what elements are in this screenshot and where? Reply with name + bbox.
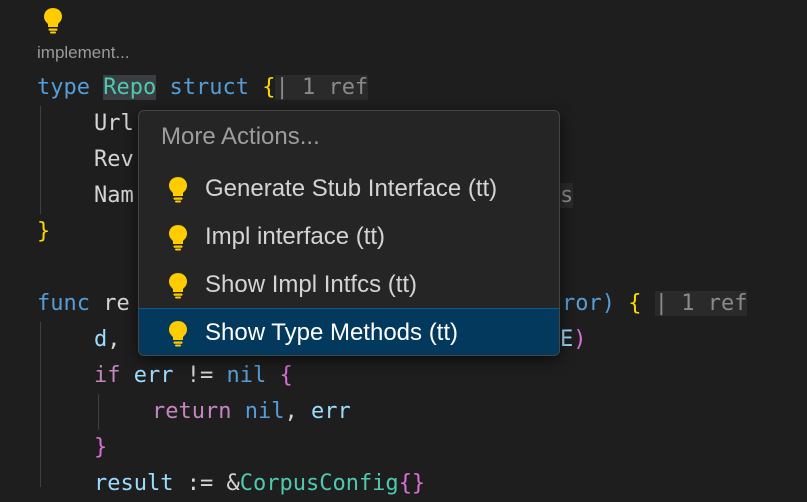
operator: := (186, 471, 214, 496)
menu-item-label: Impl interface (tt) (205, 223, 386, 250)
indent-guide (40, 106, 41, 214)
type-name: Repo (103, 75, 157, 100)
field-name: Rev (94, 147, 134, 172)
keyword: return (152, 399, 232, 424)
code-line: Url (94, 106, 134, 142)
brace: } (37, 219, 51, 244)
lightbulb-icon[interactable] (42, 6, 64, 34)
nil-literal: nil (226, 363, 267, 388)
paren: ) (573, 327, 587, 352)
indent-guide (40, 322, 41, 487)
menu-item-label: Show Type Methods (tt) (205, 319, 459, 346)
brace: { (262, 75, 276, 100)
references-hint[interactable]: 1 ref (681, 291, 747, 316)
menu-item-label: Show Impl Intfcs (tt) (205, 271, 418, 298)
code-line: } (37, 214, 50, 250)
keyword: struct (169, 75, 249, 100)
brace: { (279, 363, 293, 388)
variable: d (94, 327, 108, 352)
ampersand: & (226, 471, 240, 496)
variable: err (310, 399, 351, 424)
brace: { (628, 291, 642, 316)
code-line-tail: ror) { | 1 ref (562, 286, 748, 322)
menu-item-generate-stub-interface[interactable]: Generate Stub Interface (tt) (139, 165, 559, 213)
code-line-tail: E) (560, 322, 587, 358)
menu-item-label: Generate Stub Interface (tt) (205, 175, 498, 202)
variable: err (133, 363, 174, 388)
field-name: Url (94, 111, 134, 136)
brace: } (94, 435, 108, 460)
keyword: func (37, 291, 90, 316)
comma: , (107, 327, 121, 352)
variable: result (94, 471, 174, 496)
keyword: type (37, 75, 90, 100)
operator: != (186, 363, 214, 388)
nil-literal: nil (244, 399, 285, 424)
code-line: } (94, 430, 107, 466)
code-line: Nam (94, 178, 134, 214)
code-line: result := &CorpusConfig{} (94, 466, 425, 502)
lightbulb-icon (169, 225, 187, 251)
separator: | (654, 291, 668, 316)
lightbulb-icon (169, 273, 187, 299)
code-fragment: s (560, 183, 574, 208)
lightbulb-icon (169, 321, 187, 347)
code-line: Rev (94, 142, 134, 178)
menu-header: More Actions... (161, 123, 320, 150)
code-line: func re (37, 286, 130, 322)
indent-guide (98, 394, 99, 430)
separator: | (275, 75, 289, 100)
code-line: if err != nil { (94, 358, 293, 394)
code-line: d, (94, 322, 121, 358)
code-line-tail: s (560, 178, 574, 214)
function-name: re (103, 291, 130, 316)
codelens-implement[interactable]: implement... (37, 43, 130, 63)
comma: , (284, 399, 298, 424)
menu-item-show-impl-intfcs[interactable]: Show Impl Intfcs (tt) (139, 261, 559, 309)
menu-item-show-type-methods[interactable]: Show Type Methods (tt) (139, 308, 559, 355)
code-fragment: ror) (562, 291, 615, 316)
code-line: return nil, err (152, 394, 351, 430)
code-line: type Repo struct {| 1 ref (37, 70, 369, 106)
code-actions-menu[interactable]: More Actions... Generate Stub Interface … (138, 110, 560, 356)
lightbulb-icon (169, 177, 187, 203)
code-editor[interactable]: implement... type Repo struct {| 1 ref U… (0, 0, 807, 496)
type-name: CorpusConfig (239, 471, 399, 496)
references-hint[interactable]: 1 ref (302, 75, 368, 100)
brace: {} (398, 471, 426, 496)
field-name: Nam (94, 183, 134, 208)
menu-item-impl-interface[interactable]: Impl interface (tt) (139, 213, 559, 261)
code-fragment: E (560, 327, 574, 352)
keyword: if (94, 363, 121, 388)
